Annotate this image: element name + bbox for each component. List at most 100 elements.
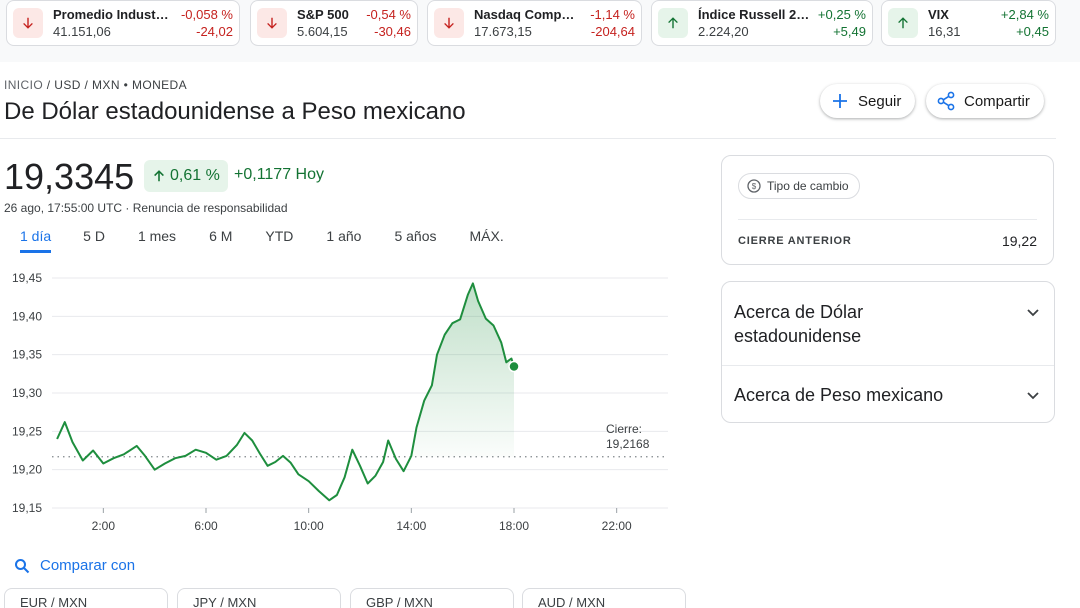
chevron-down-icon [1027, 392, 1039, 400]
tab-5y[interactable]: 5 años [394, 228, 436, 253]
svg-text:$: $ [752, 182, 757, 191]
percent-change-value: 0,61 % [170, 167, 220, 184]
plus-icon [833, 94, 847, 108]
market-ticker-bar: Promedio Industria... 41.151,06 -0,058 % -… [0, 0, 1080, 62]
pair-chip-gbp[interactable]: GBP / MXN [350, 588, 514, 608]
pair-chip-eur[interactable]: EUR / MXN [4, 588, 168, 608]
ticker-pct: +2,84 % [1000, 6, 1049, 22]
y-tick-label: 19,20 [12, 463, 42, 477]
ticker-name: Promedio Industria... [53, 6, 173, 22]
arrow-up-icon [888, 8, 918, 38]
follow-button[interactable]: Seguir [820, 84, 916, 118]
about-mxn-line1: Acerca de Peso mexicano [734, 385, 944, 405]
y-tick-label: 19,40 [12, 309, 42, 323]
pair-chip-jpy[interactable]: JPY / MXN [177, 588, 341, 608]
arrow-down-icon [13, 8, 43, 38]
about-usd-row[interactable]: Acerca de Dólar estadounidense [722, 300, 1054, 348]
x-tick-label: 10:00 [294, 519, 324, 533]
y-tick-label: 19,45 [12, 271, 42, 285]
tab-1d[interactable]: 1 día [20, 228, 52, 253]
summary-divider [738, 219, 1037, 220]
y-tick-label: 19,35 [12, 348, 42, 362]
x-tick-label: 2:00 [92, 519, 116, 533]
ticker-name: Nasdaq Composite [474, 6, 583, 22]
ticker-change: +5,49 [833, 23, 866, 39]
y-tick-label: 19,15 [12, 501, 42, 515]
chevron-down-icon [1027, 309, 1039, 317]
ticker-change: +0,45 [1016, 23, 1049, 39]
summary-card: $ Tipo de cambio CIERRE ANTERIOR 19,22 [721, 155, 1054, 265]
tab-max[interactable]: MÁX. [470, 228, 504, 253]
breadcrumb-home-link[interactable]: INICIO [4, 78, 43, 92]
share-icon [937, 91, 955, 111]
share-label: Compartir [964, 92, 1030, 110]
x-tick-label: 22:00 [602, 519, 632, 533]
ticker-change: -24,02 [196, 23, 233, 39]
ticker-value: 41.151,06 [53, 23, 111, 39]
share-button[interactable]: Compartir [926, 84, 1044, 118]
arrow-up-icon [658, 8, 688, 38]
close-label: Cierre: [606, 422, 642, 436]
last-price-marker [508, 360, 520, 373]
ticker-dow[interactable]: Promedio Industria... 41.151,06 -0,058 % -… [6, 0, 240, 46]
pair-chip-aud[interactable]: AUD / MXN [522, 588, 686, 608]
breadcrumb-current: USD / MXN • MONEDA [54, 78, 188, 92]
about-usd-line1: Acerca de Dólar [734, 302, 864, 322]
ticker-name: S&P 500 [297, 6, 349, 22]
ticker-name: VIX [928, 6, 949, 22]
ticker-vix[interactable]: VIX 16,31 +2,84 % +0,45 [881, 0, 1056, 46]
tab-ytd[interactable]: YTD [265, 228, 293, 253]
currency-icon: $ [747, 179, 761, 193]
compare-link[interactable]: Comparar con [14, 557, 135, 574]
exchange-rate-chip: $ Tipo de cambio [738, 173, 860, 199]
quote-timestamp: 26 ago, 17:55:00 UTC · Renuncia de respo… [4, 201, 288, 215]
price-chart-svg: 19,45 19,40 19,35 19,30 19,25 19,20 19,15 2:00 6… [12, 271, 668, 533]
about-usd-line2: estadounidense [734, 326, 862, 346]
page-title: De Dólar estadounidense a Peso mexicano [4, 98, 466, 125]
previous-close-value: 19,22 [1001, 233, 1037, 249]
header-divider [0, 138, 1056, 139]
ticker-value: 5.604,15 [297, 23, 348, 39]
ticker-value: 16,31 [928, 23, 961, 39]
absolute-change: +0,1177 Hoy [234, 166, 324, 183]
about-mxn-row[interactable]: Acerca de Peso mexicano [722, 383, 1054, 407]
y-tick-label: 19,25 [12, 424, 42, 438]
ticker-nasdaq[interactable]: Nasdaq Composite 17.673,15 -1,14 % -204,64 [427, 0, 642, 46]
search-icon [15, 558, 30, 573]
ticker-sp500[interactable]: S&P 500 5.604,15 -0,54 % -30,46 [250, 0, 418, 46]
arrow-down-icon [257, 8, 287, 38]
compare-label: Comparar con [40, 557, 136, 574]
tab-5d[interactable]: 5 D [83, 228, 105, 253]
tab-1y[interactable]: 1 año [326, 228, 361, 253]
about-card: Acerca de Dólar estadounidense Acerca de … [721, 281, 1055, 423]
close-value-label: 19,2168 [606, 437, 650, 451]
breadcrumb-separator: / [43, 78, 55, 92]
x-tick-label: 6:00 [194, 519, 218, 533]
ticker-change: -30,46 [374, 23, 411, 39]
ticker-russell[interactable]: Índice Russell 2000 2.224,20 +0,25 % +5,49 [651, 0, 873, 46]
ticker-pct: -0,54 % [366, 6, 411, 22]
about-divider [722, 365, 1054, 366]
current-price: 19,3345 [4, 156, 135, 197]
arrow-up-icon [154, 170, 164, 182]
ticker-pct: -0,058 % [180, 6, 233, 22]
exchange-rate-chip-label: Tipo de cambio [767, 179, 849, 193]
previous-close-label: CIERRE ANTERIOR [738, 235, 852, 247]
x-tick-label: 18:00 [499, 519, 529, 533]
breadcrumb: INICIO / USD / MXN • MONEDA [4, 78, 187, 92]
arrow-down-icon [434, 8, 464, 38]
follow-label: Seguir [858, 92, 902, 110]
ticker-change: -204,64 [590, 23, 635, 39]
ticker-pct: +0,25 % [817, 6, 866, 22]
ticker-value: 17.673,15 [474, 23, 532, 39]
ticker-value: 2.224,20 [698, 23, 749, 39]
ticker-name: Índice Russell 2000 [698, 6, 810, 22]
y-tick-label: 19,30 [12, 386, 42, 400]
price-chart[interactable]: 19,45 19,40 19,35 19,30 19,25 19,20 19,15 2:00 6… [0, 262, 700, 542]
percent-change-badge: 0,61 % [144, 160, 228, 192]
tab-6m[interactable]: 6 M [209, 228, 232, 253]
tab-1m[interactable]: 1 mes [138, 228, 176, 253]
range-tabs: 1 día 5 D 1 mes 6 M YTD 1 año 5 años MÁX… [4, 228, 504, 253]
x-tick-label: 14:00 [396, 519, 426, 533]
ticker-pct: -1,14 % [590, 6, 635, 22]
